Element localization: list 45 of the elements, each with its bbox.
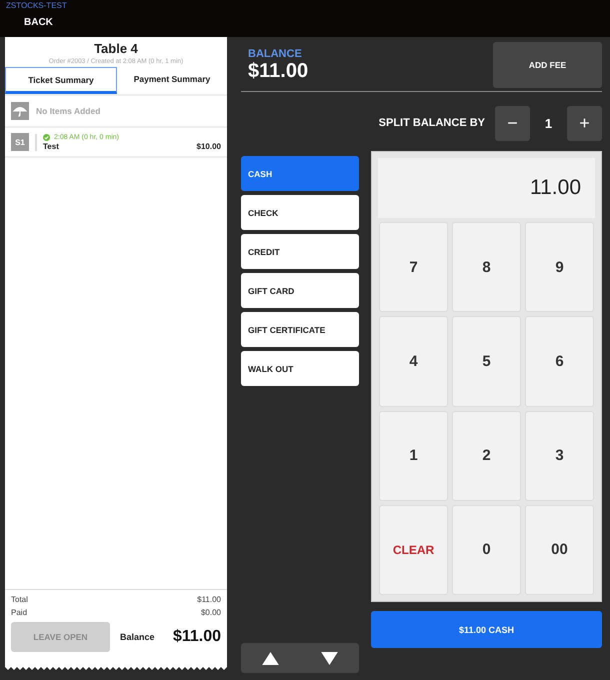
increment-button[interactable]: + — [567, 106, 602, 140]
item-name: Test — [43, 142, 59, 150]
digit-key[interactable]: 6 — [525, 316, 594, 406]
payment-method-button[interactable]: CASH — [241, 156, 359, 191]
decrement-button[interactable]: − — [495, 106, 530, 140]
empty-notice: No Items Added — [36, 106, 100, 116]
total-label: Paid — [11, 607, 28, 619]
payment-method-button[interactable]: CREDIT — [241, 234, 359, 269]
digit-key[interactable]: 2 — [452, 410, 521, 501]
pay-button[interactable]: $11.00 CASH — [371, 611, 602, 648]
balance-amount: $11.00 — [172, 628, 221, 646]
umbrella-icon — [11, 102, 29, 120]
payment-method-button[interactable]: CHECK — [241, 195, 359, 230]
seat-badge: S1 — [11, 133, 29, 151]
balance-value: $11.00 — [248, 60, 308, 82]
digit-key[interactable]: 4 — [379, 316, 448, 406]
total-value: $11.00 — [197, 594, 221, 606]
digit-key[interactable]: 7 — [379, 222, 448, 312]
balance-heading: BALANCE — [248, 48, 303, 60]
payment-method-button[interactable]: WALK OUT — [241, 351, 359, 386]
balance-label: Balance — [120, 632, 155, 642]
payment-method-button[interactable]: GIFT CARD — [241, 273, 359, 308]
app-name: ZSTOCKS-TEST — [6, 2, 67, 10]
add-fee-button[interactable]: ADD FEE — [493, 42, 602, 88]
check-icon — [43, 134, 50, 140]
digit-key[interactable]: 9 — [525, 222, 594, 312]
down-arrow-icon[interactable] — [321, 652, 338, 664]
payment-method-button[interactable]: GIFT CERTIFICATE — [241, 312, 359, 347]
clear-key[interactable]: CLEAR — [379, 504, 448, 595]
ticket-title: Table 4 — [93, 41, 139, 56]
split-count: 1 — [544, 116, 554, 130]
up-arrow-icon[interactable] — [262, 652, 279, 664]
digit-key[interactable]: 00 — [525, 504, 594, 595]
digit-key[interactable]: 3 — [525, 410, 594, 501]
back-button[interactable]: BACK — [20, 15, 57, 30]
digit-key[interactable]: 8 — [452, 222, 521, 312]
digit-key[interactable]: 1 — [379, 410, 448, 501]
amount-display: 11.00 — [378, 158, 595, 218]
split-label: SPLIT BALANCE BY — [378, 117, 485, 129]
total-value: $0.00 — [200, 607, 221, 619]
digit-key[interactable]: 0 — [452, 504, 521, 595]
item-price: $10.00 — [196, 142, 221, 150]
digit-key[interactable]: 5 — [452, 316, 521, 406]
summary-tab[interactable]: Ticket Summary — [5, 67, 117, 94]
total-label: Total — [11, 594, 28, 606]
